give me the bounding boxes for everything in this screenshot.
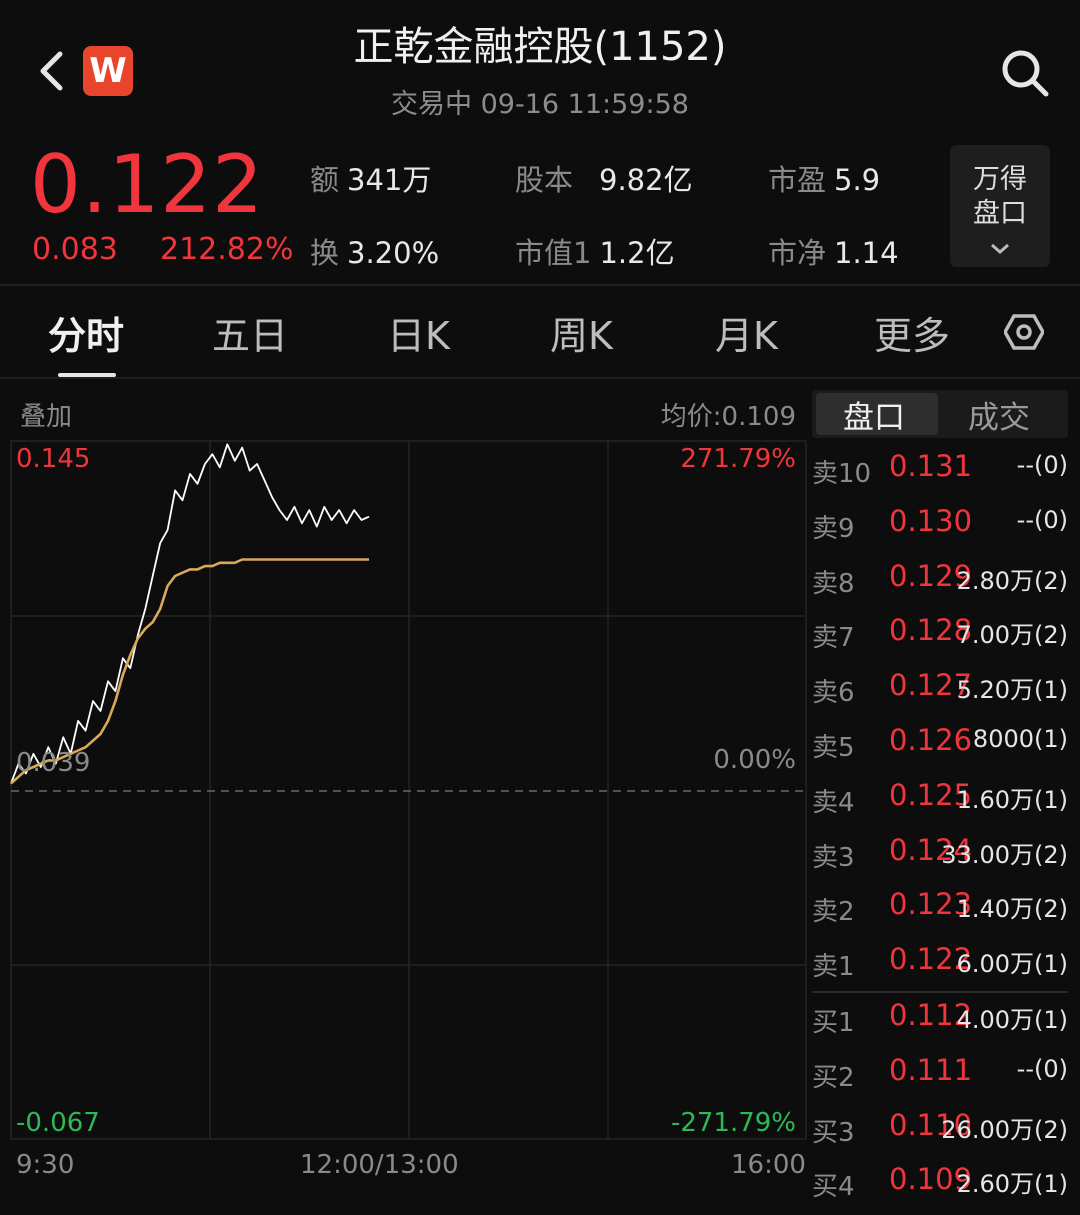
- ask-level-row[interactable]: 卖10 0.131 --(0): [812, 443, 1070, 493]
- orderbook-level-label: 买1: [812, 1008, 855, 1038]
- wind-button-line2: 盘口: [973, 198, 1027, 229]
- y-axis-bottom: -0.067: [16, 1108, 100, 1138]
- wind-button-line1: 万得: [973, 164, 1027, 195]
- ask-level-row[interactable]: 卖8 0.129 2.80万(2): [812, 553, 1070, 603]
- orderbook-level-label: 卖4: [812, 787, 855, 818]
- orderbook-price: 0.130: [889, 503, 973, 538]
- chevron-down-icon: [991, 243, 1009, 254]
- orderbook-level-label: 卖6: [812, 678, 855, 709]
- settings-hexagon-icon[interactable]: [1004, 312, 1044, 352]
- pct-axis-bottom: -271.79%: [670, 1108, 796, 1138]
- x-axis-midday: 12:00/13:00: [300, 1150, 459, 1180]
- ask-level-row[interactable]: 卖3 0.124 33.00万(2): [812, 827, 1070, 877]
- orderbook-volume: 6.00万(1): [956, 950, 1068, 979]
- orderbook-volume: 2.60万(1): [956, 1170, 1068, 1199]
- pct-axis-mid: 0.00%: [713, 745, 796, 775]
- orderbook-volume: --(0): [1016, 451, 1068, 479]
- orderbook-level-label: 卖10: [812, 459, 872, 489]
- bid-level-row[interactable]: 买3 0.110 26.00万(2): [812, 1102, 1070, 1152]
- x-axis-start: 9:30: [16, 1150, 75, 1180]
- orderbook-volume: 2.80万(2): [956, 566, 1068, 595]
- orderbook-level-label: 卖2: [812, 897, 855, 928]
- intraday-chart[interactable]: [0, 0, 810, 1215]
- x-axis-end: 16:00: [731, 1150, 806, 1180]
- bid-level-row[interactable]: 买2 0.111 --(0): [812, 1047, 1070, 1097]
- tab-trades[interactable]: 成交: [968, 392, 1030, 437]
- ask-level-row[interactable]: 卖6 0.127 5.20万(1): [812, 662, 1070, 712]
- orderbook-price: 0.131: [889, 449, 973, 483]
- search-icon[interactable]: [998, 46, 1052, 100]
- orderbook-price: 0.111: [889, 1052, 973, 1087]
- ask-level-row[interactable]: 卖1 0.122 6.00万(1): [812, 936, 1070, 986]
- ask-level-row[interactable]: 卖2 0.123 1.40万(2): [812, 881, 1070, 931]
- ask-level-row[interactable]: 卖5 0.126 8000(1): [812, 717, 1070, 767]
- orderbook-level-label: 卖1: [812, 952, 855, 983]
- orderbook-volume: 4.00万(1): [956, 1006, 1068, 1034]
- chart-grid: [10, 440, 807, 1140]
- bid-level-row[interactable]: 买1 0.112 4.00万(1): [812, 992, 1070, 1042]
- orderbook-volume: 26.00万(2): [941, 1115, 1068, 1144]
- ask-level-row[interactable]: 卖4 0.125 1.60万(1): [812, 772, 1070, 822]
- orderbook-volume: 1.40万(2): [956, 895, 1068, 924]
- orderbook-level-label: 卖7: [812, 623, 855, 654]
- orderbook-volume: --(0): [1016, 505, 1068, 534]
- y-axis-mid: 0.039: [16, 748, 91, 778]
- orderbook-volume: 7.00万(2): [956, 621, 1068, 650]
- bid-level-row[interactable]: 买4 0.109 2.60万(1): [812, 1156, 1070, 1206]
- orderbook-volume: 8000(1): [972, 725, 1068, 753]
- ask-level-row[interactable]: 卖9 0.130 --(0): [812, 498, 1070, 548]
- orderbook-level-label: 卖5: [812, 733, 855, 763]
- orderbook-price: 0.126: [889, 723, 973, 757]
- orderbook-level-label: 卖3: [812, 842, 855, 873]
- wind-orderbook-button[interactable]: 万得 盘口: [950, 145, 1050, 267]
- orderbook-level-label: 买3: [812, 1117, 855, 1148]
- orderbook-volume: 1.60万(1): [956, 785, 1068, 814]
- orderbook-level-label: 卖9: [812, 513, 855, 544]
- y-axis-top: 0.145: [16, 444, 91, 474]
- ask-level-row[interactable]: 卖7 0.128 7.00万(2): [812, 607, 1070, 657]
- orderbook-volume: --(0): [1016, 1054, 1068, 1083]
- orderbook-volume: 33.00万(2): [941, 840, 1068, 869]
- tab-more[interactable]: 更多: [874, 305, 950, 360]
- tab-orderbook[interactable]: 盘口: [843, 392, 905, 437]
- orderbook-volume: 5.20万(1): [956, 676, 1068, 705]
- pct-axis-top: 271.79%: [680, 444, 796, 474]
- orderbook-level-label: 买4: [812, 1172, 855, 1203]
- orderbook-level-label: 卖8: [812, 568, 855, 599]
- orderbook-level-label: 买2: [812, 1062, 855, 1093]
- price-line: [10, 443, 370, 784]
